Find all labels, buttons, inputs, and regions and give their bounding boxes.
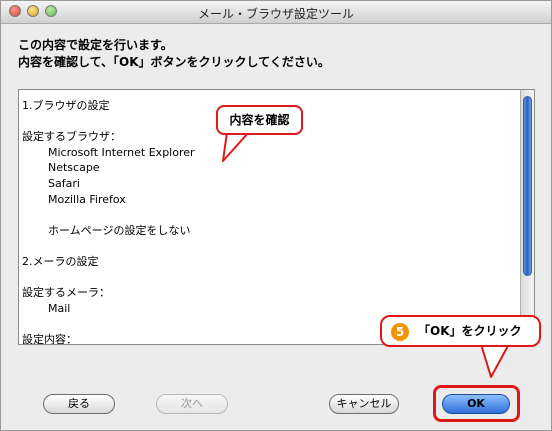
cancel-button[interactable]: キャンセル bbox=[329, 394, 399, 414]
settings-line: ホームページの設定をしない bbox=[48, 223, 191, 237]
instruction-message: この内容で設定を行います。 内容を確認して、「OK」ボタンをクリックしてください… bbox=[18, 37, 330, 71]
vertical-scrollbar[interactable] bbox=[520, 90, 534, 344]
settings-line: 設定するメーラ： bbox=[22, 286, 110, 300]
settings-line: Mozilla Firefox bbox=[48, 192, 126, 206]
back-button[interactable]: 戻る bbox=[43, 394, 115, 414]
window-title: メール・ブラウザ設定ツール bbox=[197, 7, 354, 21]
settings-line bbox=[22, 238, 520, 254]
settings-line: Mail bbox=[48, 301, 71, 315]
scrollbar-thumb[interactable] bbox=[523, 96, 532, 276]
settings-tool-window: メール・ブラウザ設定ツール この内容で設定を行います。 内容を確認して、「OK」… bbox=[0, 0, 552, 431]
instruction-line-1: この内容で設定を行います。 bbox=[18, 38, 173, 52]
settings-line: Netscape bbox=[48, 161, 100, 175]
settings-line bbox=[22, 207, 520, 223]
settings-line: 2.メーラの設定 bbox=[22, 254, 99, 268]
settings-line: Microsoft Internet Explorer bbox=[48, 145, 195, 159]
instruction-line-2: 内容を確認して、「OK」ボタンをクリックしてください。 bbox=[18, 55, 330, 69]
title-bar: メール・ブラウザ設定ツール bbox=[1, 1, 551, 24]
callout-ok-tail bbox=[480, 342, 510, 378]
callout-click-ok-text: 「OK」をクリック bbox=[418, 324, 522, 338]
callout-click-ok: 5 「OK」をクリック bbox=[380, 315, 541, 347]
callout-confirm: 内容を確認 bbox=[216, 105, 303, 135]
step-5-badge-icon: 5 bbox=[391, 323, 409, 341]
next-button[interactable]: 次へ bbox=[156, 394, 228, 414]
settings-line: Safari bbox=[48, 176, 80, 190]
ok-button-highlight bbox=[433, 385, 520, 422]
settings-line bbox=[22, 270, 520, 286]
callout-confirm-tail bbox=[222, 130, 250, 162]
